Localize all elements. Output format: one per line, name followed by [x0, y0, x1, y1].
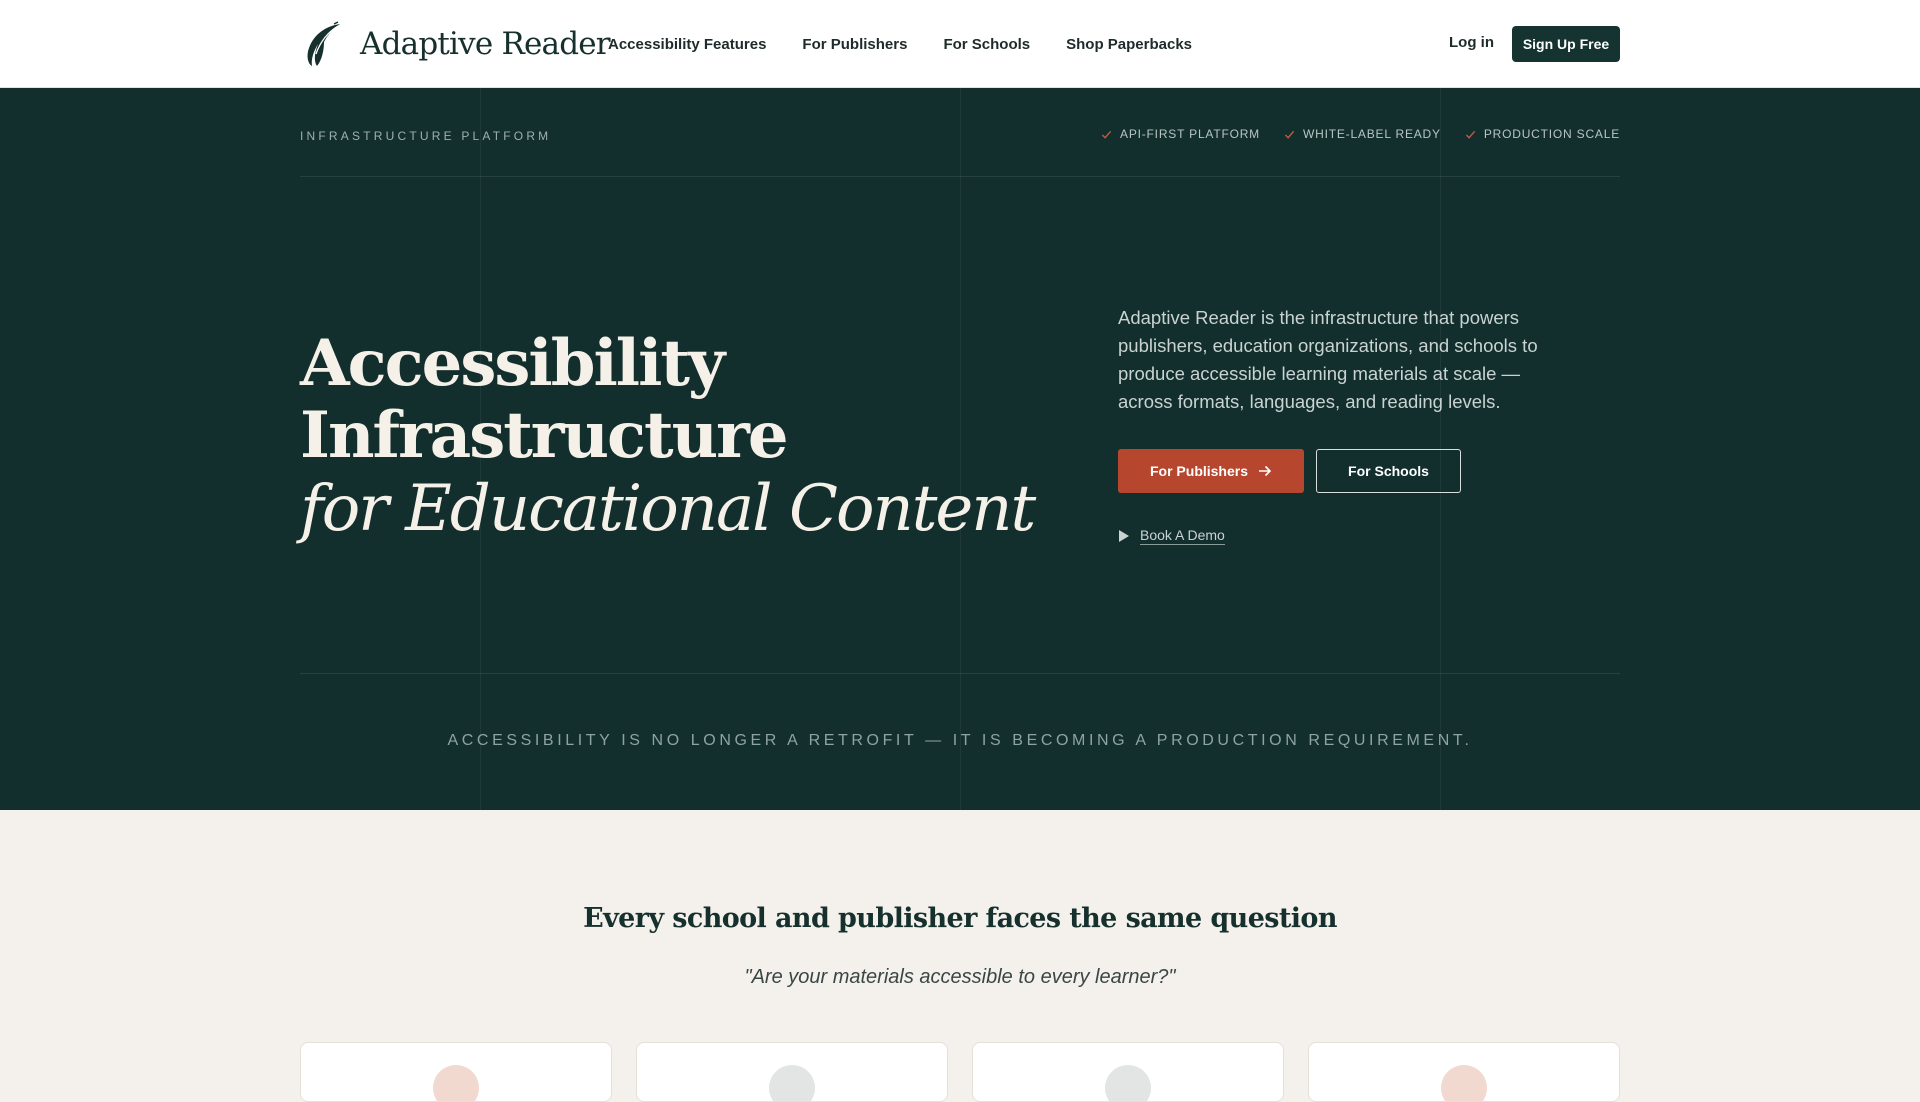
badge-white-label: WHITE-LABEL READY [1284, 127, 1441, 141]
for-schools-button[interactable]: For Schools [1316, 449, 1461, 493]
feature-card[interactable] [300, 1042, 612, 1102]
feature-card[interactable] [972, 1042, 1284, 1102]
feature-card[interactable] [636, 1042, 948, 1102]
for-publishers-button[interactable]: For Publishers [1118, 449, 1304, 493]
badge-label: WHITE-LABEL READY [1302, 127, 1441, 141]
top-navbar: Adaptive Reader Accessibility Features F… [0, 0, 1920, 88]
section-quote: "Are your materials accessible to every … [744, 966, 1176, 988]
divider [300, 176, 1620, 177]
brand-logo[interactable]: Adaptive Reader [300, 20, 611, 68]
login-link[interactable]: Log in [1449, 34, 1494, 51]
nav-link-shop-paperbacks[interactable]: Shop Paperbacks [1066, 36, 1192, 53]
badge-label: API-FIRST PLATFORM [1120, 127, 1260, 141]
card-icon-circle [433, 1065, 479, 1101]
demo-label: Book A Demo [1140, 527, 1225, 545]
badge-api-first: API-FIRST PLATFORM [1101, 127, 1260, 141]
play-icon [1119, 530, 1129, 542]
check-icon [1101, 130, 1112, 139]
badge-label: PRODUCTION SCALE [1483, 127, 1620, 141]
card-icon-circle [769, 1065, 815, 1101]
nav-links: Accessibility Features For Publishers Fo… [608, 0, 1192, 88]
brand-name: Adaptive Reader [360, 26, 611, 62]
section-title: Every school and publisher faces the sam… [583, 903, 1337, 934]
hero-tagline: ACCESSIBILITY IS NO LONGER A RETROFIT — … [447, 732, 1473, 749]
nav-link-for-publishers[interactable]: For Publishers [802, 36, 907, 53]
nav-link-accessibility-features[interactable]: Accessibility Features [608, 36, 766, 53]
book-demo-link[interactable]: Book A Demo [1118, 527, 1225, 545]
button-label: For Publishers [1149, 463, 1249, 479]
hero-headline: Accessibility Infrastructure for Educati… [300, 326, 1036, 547]
feature-card[interactable] [1308, 1042, 1620, 1102]
divider [300, 673, 1620, 674]
headline-line-2: Infrastructure [300, 398, 789, 473]
quill-feather-icon [307, 21, 340, 66]
feature-badges: API-FIRST PLATFORM WHITE-LABEL READY PRO… [1101, 127, 1620, 141]
check-icon [1465, 130, 1475, 139]
arrow-right-icon [1259, 465, 1272, 477]
hero-description: Adaptive Reader is the infrastructure th… [1118, 307, 1538, 412]
signup-button[interactable]: Sign Up Free [1512, 26, 1620, 62]
hero-eyebrow: INFRASTRUCTURE PLATFORM [300, 129, 552, 143]
card-icon-circle [1441, 1065, 1487, 1101]
card-icon-circle [1105, 1065, 1151, 1101]
badge-production-scale: PRODUCTION SCALE [1465, 127, 1620, 141]
headline-line-3: for Educational Content [300, 472, 1036, 546]
nav-link-for-schools[interactable]: For Schools [943, 36, 1030, 53]
hero-section: INFRASTRUCTURE PLATFORM API-FIRST PLATFO… [0, 88, 1920, 810]
headline-line-1: Accessibility [300, 326, 725, 401]
check-icon [1284, 130, 1295, 139]
